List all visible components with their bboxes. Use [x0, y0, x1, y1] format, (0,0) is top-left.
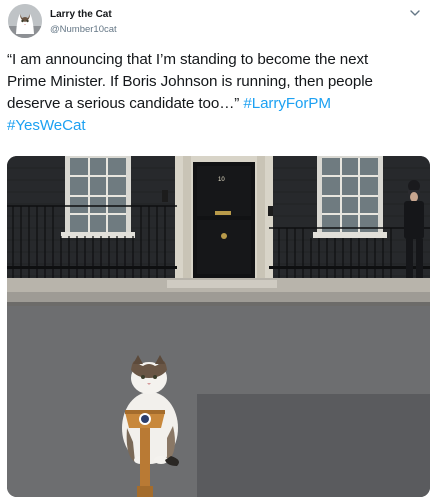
door-number: 10: [218, 177, 225, 183]
tweet-text-line: deserve a serious candidate too…”: [7, 95, 244, 112]
tweet-photo[interactable]: 10: [7, 156, 430, 497]
tweet-text-line: “I am announcing that I’m standing to be…: [7, 51, 369, 68]
avatar[interactable]: [8, 4, 42, 38]
hashtag-link[interactable]: #LarryForPM: [243, 95, 331, 112]
hashtag-link[interactable]: #YesWeCat: [7, 117, 86, 134]
tweet-card: Larry the Cat @Number10cat “I am announc…: [0, 0, 434, 500]
tweet-header: Larry the Cat @Number10cat: [50, 9, 117, 36]
photo-cat-at-lectern: 10: [7, 156, 430, 497]
tweet-text-line: Prime Minister. If Boris Johnson is runn…: [7, 73, 373, 90]
chevron-down-icon[interactable]: [408, 6, 422, 20]
author-display-name[interactable]: Larry the Cat: [50, 9, 117, 21]
tweet-text: “I am announcing that I’m standing to be…: [7, 49, 429, 137]
author-handle[interactable]: @Number10cat: [50, 23, 117, 36]
cat-avatar-image: [8, 4, 42, 38]
